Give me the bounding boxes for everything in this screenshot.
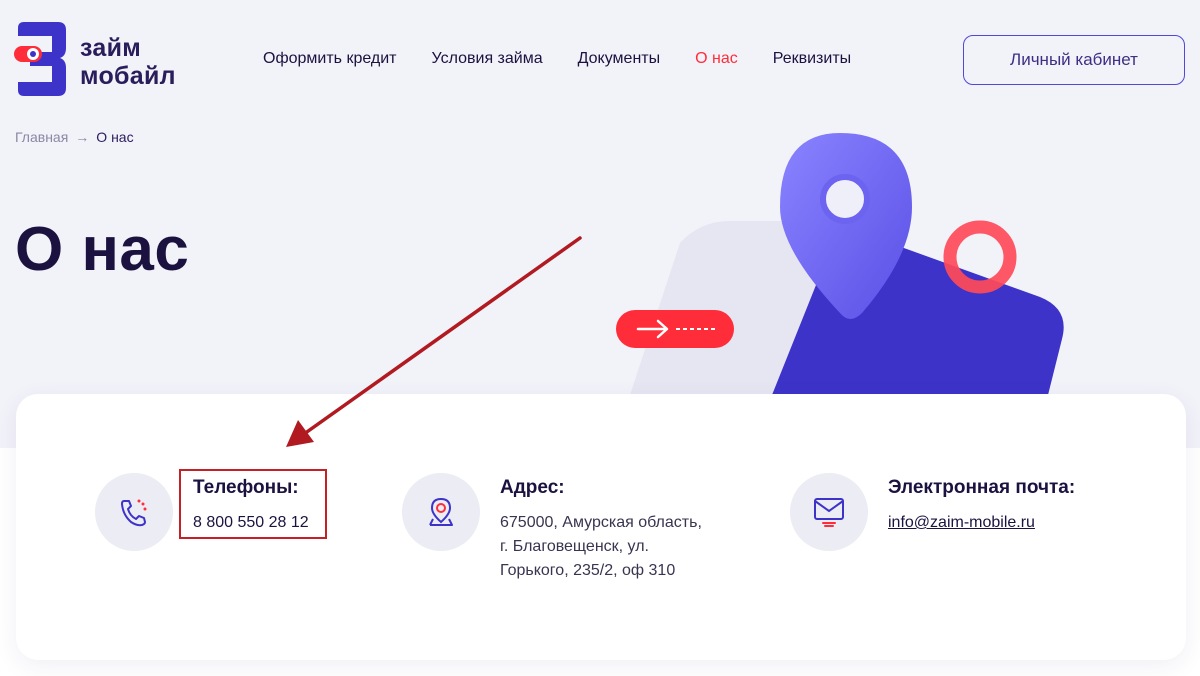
address-icon-circle	[402, 473, 480, 551]
logo-wordmark: займ мобайл	[80, 34, 176, 90]
email-link[interactable]: info@zaim-mobile.ru	[888, 511, 1035, 535]
page-title: О нас	[15, 215, 190, 284]
breadcrumb-home[interactable]: Главная	[15, 129, 68, 145]
arrow-right-icon: →	[75, 129, 90, 145]
hero-illustration	[616, 133, 1064, 395]
monitor-mail-icon	[814, 498, 844, 527]
nav-item-about[interactable]: О нас	[695, 50, 738, 68]
breadcrumb: Главная → О нас	[15, 129, 134, 145]
personal-cabinet-button[interactable]: Личный кабинет	[963, 35, 1185, 85]
logo-mark-icon	[14, 22, 66, 96]
annotation-highlight-box	[179, 469, 327, 539]
nav-item-loan-terms[interactable]: Условия займа	[432, 50, 543, 68]
nav-item-documents[interactable]: Документы	[578, 50, 660, 68]
nav-item-requisites[interactable]: Реквизиты	[773, 50, 851, 68]
site-logo[interactable]: займ мобайл	[14, 18, 214, 100]
main-nav: Оформить кредит Условия займа Документы …	[263, 50, 886, 68]
logo-line2: мобайл	[80, 62, 176, 90]
address-line-3: Горького, 235/2, оф 310	[500, 562, 676, 579]
email-title: Электронная почта:	[888, 477, 1076, 498]
logo-line1: займ	[80, 34, 142, 62]
phone-icon-circle	[95, 473, 173, 551]
nav-item-apply-credit[interactable]: Оформить кредит	[263, 50, 397, 68]
address-line-1: 675000, Амурская область,	[500, 514, 702, 531]
address-line-2: г. Благовещенск, ул.	[500, 538, 649, 555]
breadcrumb-current: О нас	[96, 129, 134, 145]
address-title: Адрес:	[500, 477, 565, 498]
phone-icon	[121, 499, 147, 527]
email-icon-circle	[790, 473, 868, 551]
location-pin-icon	[429, 497, 453, 526]
